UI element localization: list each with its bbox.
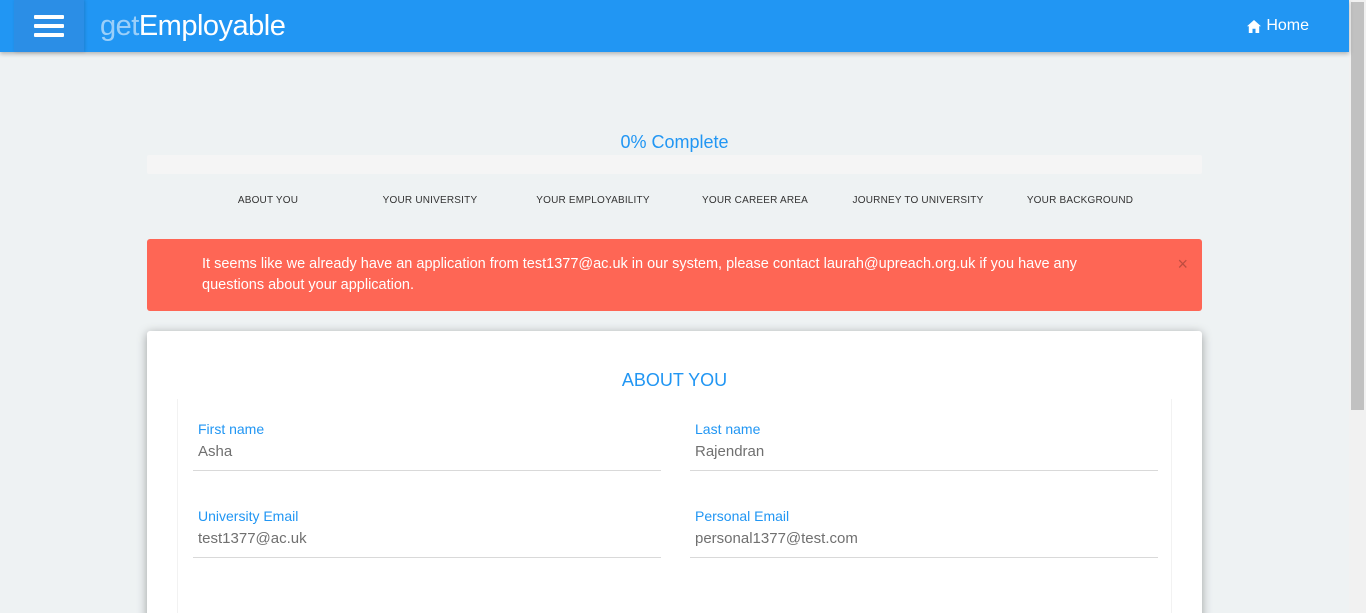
step-your-background[interactable]: YOUR BACKGROUND (999, 195, 1161, 206)
last-name-field: Last name (690, 399, 1158, 471)
hamburger-menu-icon[interactable] (14, 0, 84, 52)
form-card: ABOUT YOU First name Last name Universit… (147, 331, 1202, 613)
step-your-career-area[interactable]: YOUR CAREER AREA (674, 195, 836, 206)
brand-logo[interactable]: getEmployable (100, 7, 286, 45)
menu-bar (34, 15, 64, 19)
step-your-university[interactable]: YOUR UNIVERSITY (349, 195, 511, 206)
home-label: Home (1266, 17, 1309, 34)
top-navbar: getEmployable Home (0, 0, 1349, 52)
personal-email-label: Personal Email (695, 508, 790, 524)
progress-bar (147, 155, 1202, 174)
scrollbar-thumb[interactable] (1351, 2, 1364, 410)
personal-email-input[interactable] (695, 527, 1150, 549)
university-email-label: University Email (198, 508, 299, 524)
form-body: First name Last name University Email Pe… (177, 399, 1172, 613)
step-your-employability[interactable]: YOUR EMPLOYABILITY (512, 195, 674, 206)
brand-strong: Employable (138, 10, 286, 42)
page-scrollbar[interactable] (1349, 0, 1366, 613)
progress-label: 0% Complete (620, 132, 729, 152)
first-name-input[interactable] (198, 440, 653, 462)
last-name-input[interactable] (695, 440, 1150, 462)
step-navigation: ABOUT YOU YOUR UNIVERSITY YOUR EMPLOYABI… (187, 195, 1162, 209)
step-journey-to-university[interactable]: JOURNEY TO UNIVERSITY (837, 195, 999, 206)
first-name-label: First name (198, 421, 265, 437)
close-icon[interactable]: × (1177, 254, 1188, 274)
alert-message: It seems like we already have an applica… (202, 256, 1077, 293)
home-link[interactable]: Home (1247, 14, 1309, 38)
personal-email-field: Personal Email (690, 486, 1158, 558)
university-email-input[interactable] (198, 527, 653, 549)
menu-bar (34, 24, 64, 28)
first-name-field: First name (193, 399, 661, 471)
menu-bar (34, 33, 64, 37)
university-email-field: University Email (193, 486, 661, 558)
section-title: ABOUT YOU (621, 370, 728, 390)
last-name-label: Last name (695, 421, 761, 437)
step-about-you[interactable]: ABOUT YOU (187, 195, 349, 206)
home-icon (1247, 19, 1262, 33)
error-alert: It seems like we already have an applica… (147, 239, 1202, 311)
brand-light: get (100, 10, 139, 42)
